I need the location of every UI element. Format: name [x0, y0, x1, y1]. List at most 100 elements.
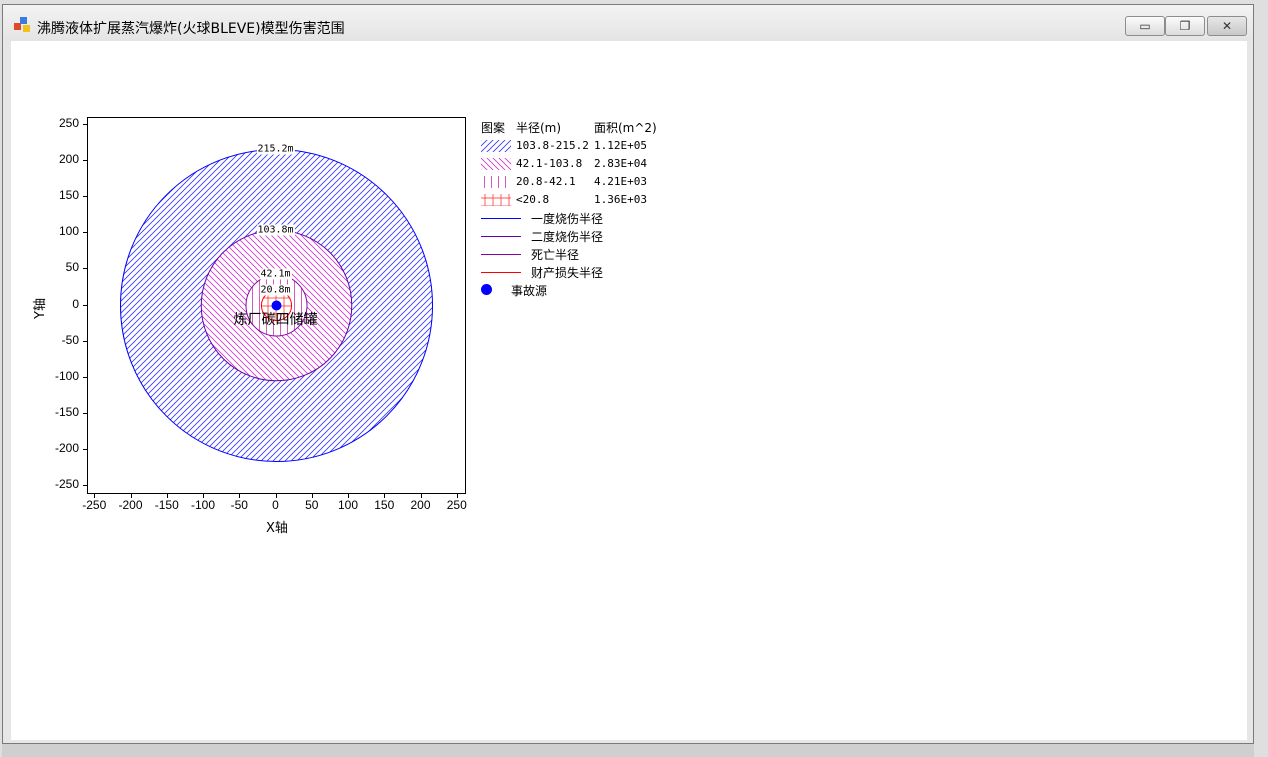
legend-header-pattern: 图案 [481, 121, 506, 135]
close-icon: ✕ [1221, 19, 1233, 33]
legend-line-row: 一度烧伤半径 [481, 209, 701, 227]
legend-source-label: 事故源 [511, 284, 548, 298]
ring-radius-label: 20.8m [259, 284, 292, 295]
legend-radius-range: 20.8-42.1 [516, 175, 576, 188]
x-tick-label: -150 [154, 498, 179, 512]
x-tick-label: 50 [305, 498, 319, 512]
legend-header-area: 面积(m^2) [594, 121, 657, 135]
legend-area-value: 1.12E+05 [594, 139, 647, 152]
source-name-label: 炼厂碳四储罐 [233, 311, 318, 328]
x-tick-mark [130, 494, 132, 498]
y-tick-mark [83, 484, 87, 486]
legend-line-label: 二度烧伤半径 [531, 230, 604, 244]
y-tick-label: -150 [54, 404, 79, 419]
legend-radius-range: 103.8-215.2 [516, 139, 589, 152]
legend-line-swatch [481, 218, 521, 219]
y-axis-label: Y轴 [32, 298, 48, 319]
x-tick-label: 0 [272, 498, 279, 512]
x-tick-mark [456, 494, 458, 498]
legend-source: 事故源 [481, 281, 701, 299]
y-tick-mark [83, 376, 87, 378]
x-tick-label: -250 [82, 498, 107, 512]
legend-header-radius: 半径(m) [516, 121, 562, 135]
y-tick-label: 100 [58, 224, 79, 239]
legend-pattern-row: 103.8-215.2 1.12E+05 [481, 137, 701, 155]
y-tick-label: -250 [54, 476, 79, 491]
y-tick-mark [83, 412, 87, 414]
legend: 图案 半径(m) 面积(m^2) 103.8-215.2 1.12E+05 42.1… [481, 119, 701, 299]
x-tick-label: 200 [410, 498, 431, 512]
x-tick-mark [94, 494, 96, 498]
x-tick-mark [420, 494, 422, 498]
legend-radius-range: <20.8 [516, 193, 550, 206]
source-marker-icon [481, 284, 492, 295]
x-tick-label: -100 [190, 498, 216, 512]
x-tick-label: 100 [337, 498, 359, 512]
legend-line-row: 死亡半径 [481, 245, 701, 263]
client-area: 250 200 150 100 50 0 -50 -100 -150 -200 -250 -250-… [11, 41, 1247, 740]
window-bottom-edge [2, 744, 1254, 757]
x-tick-mark [384, 494, 386, 498]
app-icon [14, 17, 32, 33]
y-tick-mark [83, 196, 87, 198]
minimize-button[interactable]: ▭ [1125, 16, 1165, 36]
x-tick-label: -50 [230, 498, 248, 512]
x-tick-label: 250 [446, 498, 467, 512]
x-tick-mark [239, 494, 241, 498]
legend-line-swatch [481, 254, 521, 255]
legend-line-row: 财产损失半径 [481, 263, 701, 281]
legend-pattern-row: 20.8-42.1 4.21E+03 [481, 173, 701, 191]
y-tick-label: -50 [61, 332, 79, 347]
legend-line-label: 一度烧伤半径 [531, 212, 604, 226]
ring-radius-label: 42.1m [259, 268, 292, 280]
legend-line-label: 死亡半径 [531, 248, 580, 262]
legend-area-value: 2.83E+04 [594, 157, 647, 170]
y-tick-mark [83, 268, 87, 270]
legend-pattern-row: <20.8 1.36E+03 [481, 191, 701, 209]
y-tick-mark [83, 448, 87, 450]
legend-hatch-swatch [481, 176, 511, 188]
legend-hatch-swatch [481, 194, 511, 206]
x-tick-label: -200 [118, 498, 143, 512]
y-tick-label: 250 [58, 116, 79, 131]
maximize-icon: ❐ [1179, 19, 1191, 33]
x-tick-mark [275, 494, 277, 498]
legend-area-value: 4.21E+03 [594, 175, 647, 188]
ring-radius-label: 215.2m [256, 143, 295, 155]
y-tick-label: 200 [58, 152, 79, 167]
title-bar[interactable]: 沸腾液体扩展蒸汽爆炸(火球BLEVE)模型伤害范围 ▭ ❐ ✕ [3, 5, 1253, 41]
legend-pattern-row: 42.1-103.8 2.83E+04 [481, 155, 701, 173]
legend-header: 图案 半径(m) 面积(m^2) [481, 119, 701, 137]
window-title: 沸腾液体扩展蒸汽爆炸(火球BLEVE)模型伤害范围 [37, 21, 345, 37]
x-axis-label: X轴 [266, 521, 288, 536]
damage-range-plot [119, 148, 434, 463]
y-tick-mark [83, 304, 87, 306]
y-tick-mark [83, 160, 87, 162]
y-tick-label: 50 [65, 260, 79, 275]
maximize-button[interactable]: ❐ [1165, 16, 1205, 36]
x-tick-mark [311, 494, 313, 498]
minimize-icon: ▭ [1139, 19, 1151, 33]
legend-hatch-swatch [481, 158, 511, 170]
y-tick-label: -200 [54, 440, 79, 455]
legend-area-value: 1.36E+03 [594, 193, 647, 206]
x-tick-label: 150 [374, 498, 395, 512]
y-tick-mark [83, 124, 87, 126]
y-tick-mark [83, 340, 87, 342]
x-tick-mark [166, 494, 168, 498]
ring-radius-label: 103.8m [256, 224, 295, 236]
legend-radius-range: 42.1-103.8 [516, 157, 583, 170]
y-tick-mark [83, 232, 87, 234]
legend-line-label: 财产损失半径 [531, 266, 604, 280]
app-window: 沸腾液体扩展蒸汽爆炸(火球BLEVE)模型伤害范围 ▭ ❐ ✕ 250 200 15… [2, 4, 1254, 744]
legend-hatch-swatch [481, 140, 511, 152]
y-tick-label: -100 [54, 368, 79, 383]
close-button[interactable]: ✕ [1207, 16, 1247, 36]
legend-line-swatch [481, 272, 521, 273]
x-tick-mark [203, 494, 204, 498]
y-tick-label: 150 [58, 188, 79, 203]
x-tick-mark [348, 494, 349, 498]
legend-line-swatch [481, 236, 521, 237]
legend-line-row: 二度烧伤半径 [481, 227, 701, 245]
plot-area [87, 117, 466, 494]
